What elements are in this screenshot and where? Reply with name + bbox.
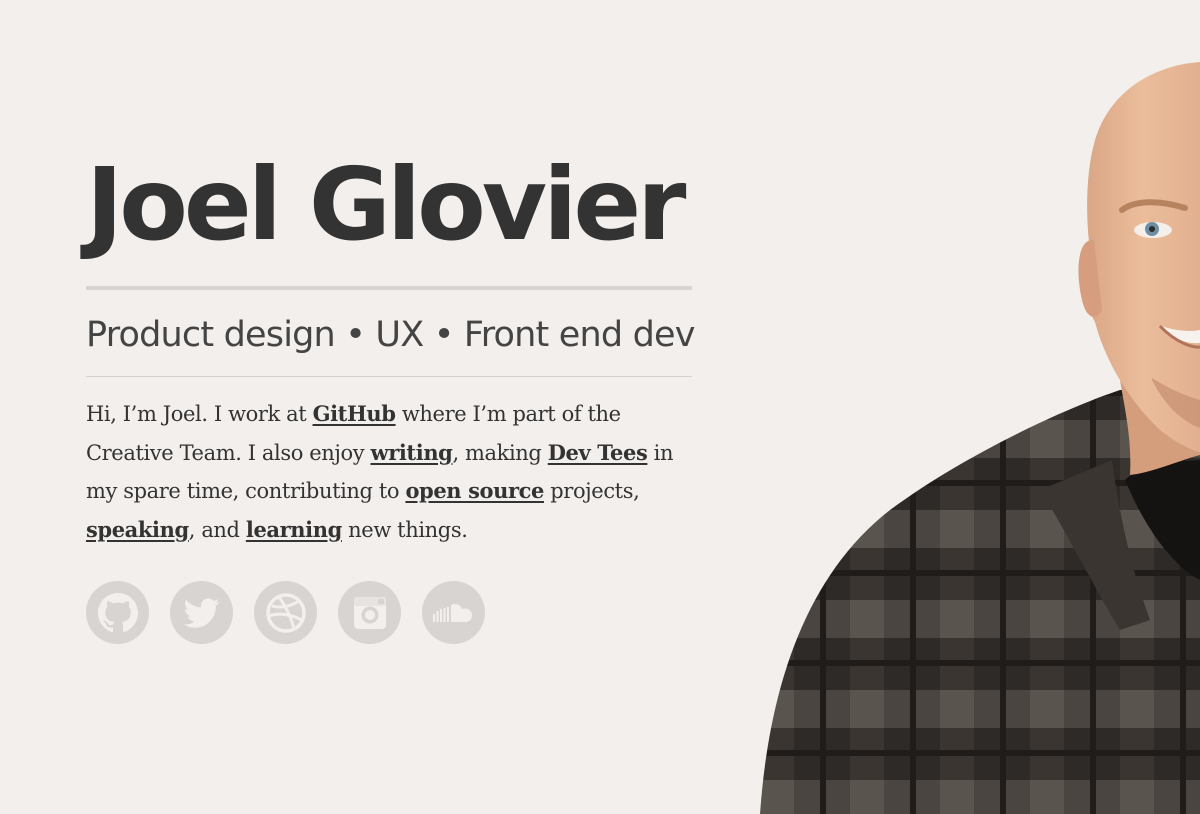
page-title: Joel Glovier xyxy=(86,146,686,263)
bio-text: Hi, I’m Joel. I work at xyxy=(86,402,313,426)
bio-text: , and xyxy=(188,517,246,542)
open-source-link[interactable]: open source xyxy=(405,478,544,503)
learning-link[interactable]: learning xyxy=(246,517,342,542)
bio-text: projects, xyxy=(543,479,640,503)
tagline-divider xyxy=(86,376,692,377)
bio-paragraph: Hi, I’m Joel. I work at GitHub where I’m… xyxy=(86,395,692,549)
dribbble-icon-glyph xyxy=(265,592,306,633)
github-icon-glyph xyxy=(97,592,138,632)
instagram-icon-glyph xyxy=(353,596,386,629)
github-icon[interactable] xyxy=(86,581,149,644)
intro-section: Joel Glovier Product design • UX • Front… xyxy=(86,140,695,644)
dribbble-icon[interactable] xyxy=(254,581,317,644)
bio-text: , making xyxy=(452,440,548,465)
instagram-icon[interactable] xyxy=(338,581,401,644)
soundcloud-icon[interactable] xyxy=(422,581,485,644)
dev-tees-link[interactable]: Dev Tees xyxy=(548,440,648,465)
writing-link[interactable]: writing xyxy=(371,440,453,465)
tagline: Product design • UX • Front end dev xyxy=(86,315,695,355)
soundcloud-icon-glyph xyxy=(432,603,472,622)
twitter-icon[interactable] xyxy=(170,581,233,644)
speaking-link[interactable]: speaking xyxy=(86,517,189,542)
twitter-icon-glyph xyxy=(183,597,219,628)
portrait-photo xyxy=(760,62,1200,814)
bio-text: new things. xyxy=(341,517,468,542)
title-divider xyxy=(86,286,692,290)
social-links xyxy=(86,581,692,644)
github-link[interactable]: GitHub xyxy=(313,401,396,426)
